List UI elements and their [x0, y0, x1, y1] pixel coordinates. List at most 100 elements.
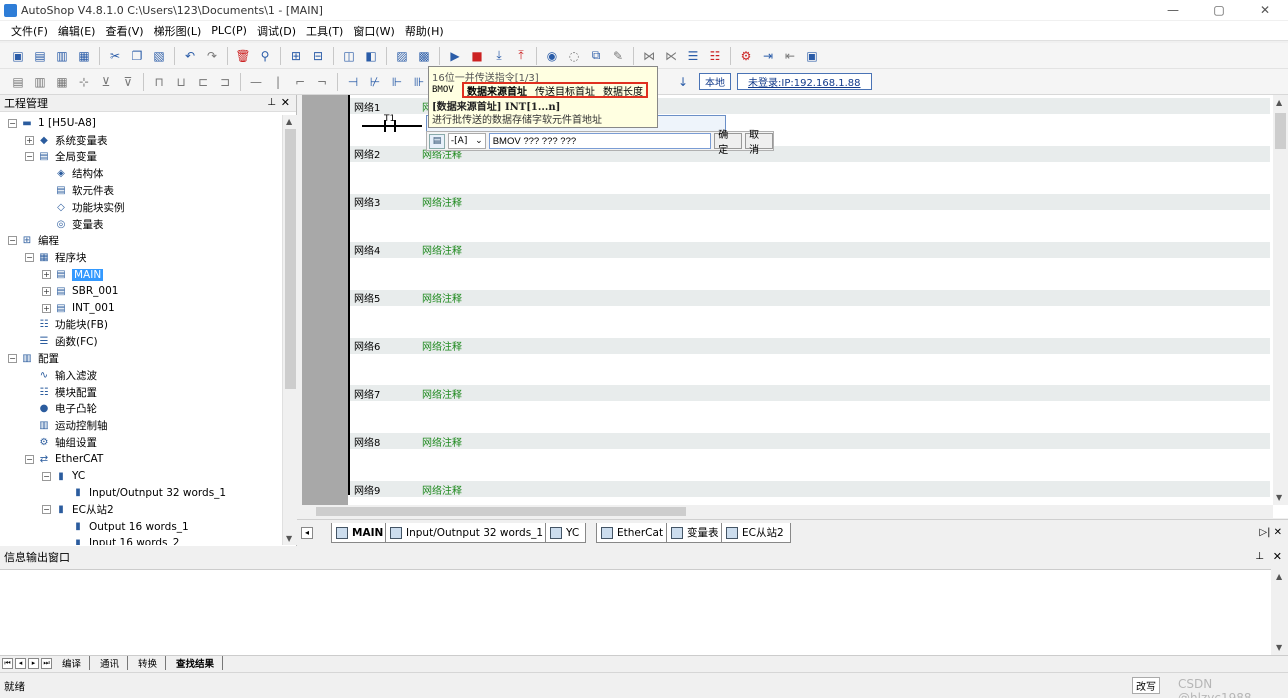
tree-item[interactable]: + ▤ MAIN	[0, 266, 282, 283]
collapse-icon[interactable]: −	[8, 354, 17, 364]
tree-item[interactable]: ⚙ 轴组设置	[0, 434, 282, 451]
menu-debug[interactable]: 调试(D)	[252, 23, 301, 39]
last-icon[interactable]: ⏭	[41, 657, 52, 669]
menu-ladder[interactable]: 梯形图(L)	[149, 23, 207, 39]
network-row[interactable]: 网络4 网络注释	[350, 241, 1270, 258]
tab-ec-slave2[interactable]: EC从站2	[721, 523, 791, 543]
expand-icon[interactable]: +	[42, 286, 51, 296]
tab-yc[interactable]: YC	[545, 523, 587, 543]
instruction-mode-dropdown[interactable]: -[A] ⌄	[447, 133, 486, 149]
window-icon[interactable]: ◫	[339, 46, 359, 66]
import-icon[interactable]: ⇥	[758, 46, 778, 66]
contact-line[interactable]	[362, 125, 422, 127]
tree-item[interactable]: ▮ Output 16 words_1	[0, 518, 282, 535]
tree-item[interactable]: ∿ 输入滤波	[0, 367, 282, 384]
redo-icon[interactable]: ↷	[202, 46, 222, 66]
local-button[interactable]: 本地	[699, 73, 731, 90]
instruction-input[interactable]	[488, 133, 712, 149]
scroll-down-icon[interactable]: ▼	[286, 534, 292, 543]
scrollbar-thumb[interactable]	[1275, 113, 1286, 149]
tree-item[interactable]: − ⇄ EtherCAT	[0, 451, 282, 468]
run-icon[interactable]: ▶	[445, 46, 465, 66]
tree-item[interactable]: ▤ 软元件表	[0, 182, 282, 199]
close-button[interactable]: ✕	[1242, 0, 1288, 20]
coil-icon[interactable]: ⌐	[290, 72, 310, 92]
menu-tools[interactable]: 工具(T)	[301, 23, 348, 39]
panel-icon[interactable]: ▣	[802, 46, 822, 66]
contact-down-icon[interactable]: ⊻	[96, 72, 116, 92]
tree-item[interactable]: ◎ 变量表	[0, 216, 282, 233]
branch3-icon[interactable]: ⊏	[193, 72, 213, 92]
network-comment[interactable]: 网络注释	[422, 482, 462, 497]
output-tab-comm[interactable]: 通讯	[92, 656, 129, 670]
network-row[interactable]: 网络6 网络注释	[350, 337, 1270, 354]
collapse-icon[interactable]: −	[42, 471, 51, 481]
branch2-icon[interactable]: ⊔	[171, 72, 191, 92]
prev-icon[interactable]: ◂	[15, 657, 26, 669]
sfc-mode-icon[interactable]: ▦	[52, 72, 72, 92]
branch-icon[interactable]: ⊓	[149, 72, 169, 92]
login-status-button[interactable]: 未登录:IP:192.168.1.88	[737, 73, 872, 90]
comment-icon[interactable]: ▤	[429, 133, 445, 149]
pin-icon[interactable]: ⊥	[1255, 551, 1264, 562]
tree-item[interactable]: − ▬ 1 [H5U-A8]	[0, 115, 282, 132]
project-tree-scrollbar[interactable]: ▲ ▼	[282, 115, 297, 545]
tree-item[interactable]: ▮ Input/Outnput 32 words_1	[0, 485, 282, 502]
edit-mode-icon[interactable]: ✎	[608, 46, 628, 66]
network-comment[interactable]: 网络注释	[422, 434, 462, 449]
tree-item[interactable]: + ◆ 系统变量表	[0, 132, 282, 149]
scrollbar-thumb[interactable]	[285, 129, 296, 389]
tab-io-module[interactable]: Input/Outnput 32 words_1	[385, 523, 551, 543]
maximize-button[interactable]: ▢	[1196, 0, 1242, 20]
tree-item[interactable]: − ▥ 配置	[0, 350, 282, 367]
network-comment[interactable]: 网络注释	[422, 290, 462, 305]
menu-plc[interactable]: PLC(P)	[206, 24, 252, 37]
scroll-up-icon[interactable]: ▲	[1276, 98, 1282, 107]
compare-icon[interactable]: ⋈	[639, 46, 659, 66]
close-icon[interactable]: ✕	[281, 96, 290, 109]
menu-window[interactable]: 窗口(W)	[348, 23, 399, 39]
tree-item[interactable]: ☷ 功能块(FB)	[0, 317, 282, 334]
save-icon[interactable]: ▥	[52, 46, 72, 66]
output-tab-convert[interactable]: 转换	[130, 656, 167, 670]
network-row[interactable]: 网络7 网络注释	[350, 385, 1270, 402]
menu-edit[interactable]: 编辑(E)	[53, 23, 101, 39]
ladder-mode-icon[interactable]: ▤	[8, 72, 28, 92]
tree-item[interactable]: − ▮ YC	[0, 468, 282, 485]
compare2-icon[interactable]: ⋉	[661, 46, 681, 66]
contact-nc-icon[interactable]: ⊽	[118, 72, 138, 92]
tree-item[interactable]: ▥ 运动控制轴	[0, 417, 282, 434]
minimize-button[interactable]: —	[1150, 0, 1196, 20]
compile-icon[interactable]: ▨	[392, 46, 412, 66]
tree-item[interactable]: + ▤ SBR_001	[0, 283, 282, 300]
il-mode-icon[interactable]: ▥	[30, 72, 50, 92]
close-icon[interactable]: ✕	[1273, 550, 1282, 563]
cancel-button[interactable]: 取消	[745, 130, 774, 156]
window-list-icon[interactable]: ◧	[361, 46, 381, 66]
expand-icon[interactable]: +	[25, 135, 34, 145]
contact-no-icon[interactable]: ⊹	[74, 72, 94, 92]
scrollbar-thumb[interactable]	[316, 507, 686, 516]
copy-icon[interactable]: ❐	[127, 46, 147, 66]
network-config-icon[interactable]: ⊟	[308, 46, 328, 66]
menu-view[interactable]: 查看(V)	[100, 23, 148, 39]
cut-icon[interactable]: ✂	[105, 46, 125, 66]
tab-nav-left-icon[interactable]: ◂	[301, 527, 313, 539]
contact-open-icon[interactable]: ⊣	[343, 72, 363, 92]
collapse-icon[interactable]: −	[8, 118, 17, 128]
undo-icon[interactable]: ↶	[180, 46, 200, 66]
collapse-icon[interactable]: −	[25, 152, 34, 162]
tree-item[interactable]: − ▦ 程序块	[0, 249, 282, 266]
network-row[interactable]: 网络3 网络注释	[350, 193, 1270, 210]
expand-icon[interactable]: +	[42, 270, 51, 280]
monitor-stop-icon[interactable]: ◌	[564, 46, 584, 66]
new-file-icon[interactable]: ▣	[8, 46, 28, 66]
collapse-icon[interactable]: −	[25, 253, 34, 263]
coil2-icon[interactable]: ¬	[312, 72, 332, 92]
tree-item[interactable]: − ⊞ 编程	[0, 233, 282, 250]
editor-vscroll[interactable]: ▲ ▼	[1273, 95, 1288, 505]
compile-all-icon[interactable]: ▩	[414, 46, 434, 66]
tree-item[interactable]: ◇ 功能块实例	[0, 199, 282, 216]
network-comment[interactable]: 网络注释	[422, 338, 462, 353]
ladder-editor[interactable]: 网络1网络注释网络2网络注释网络3网络注释网络4网络注释网络5网络注释网络6网络…	[302, 95, 1288, 518]
